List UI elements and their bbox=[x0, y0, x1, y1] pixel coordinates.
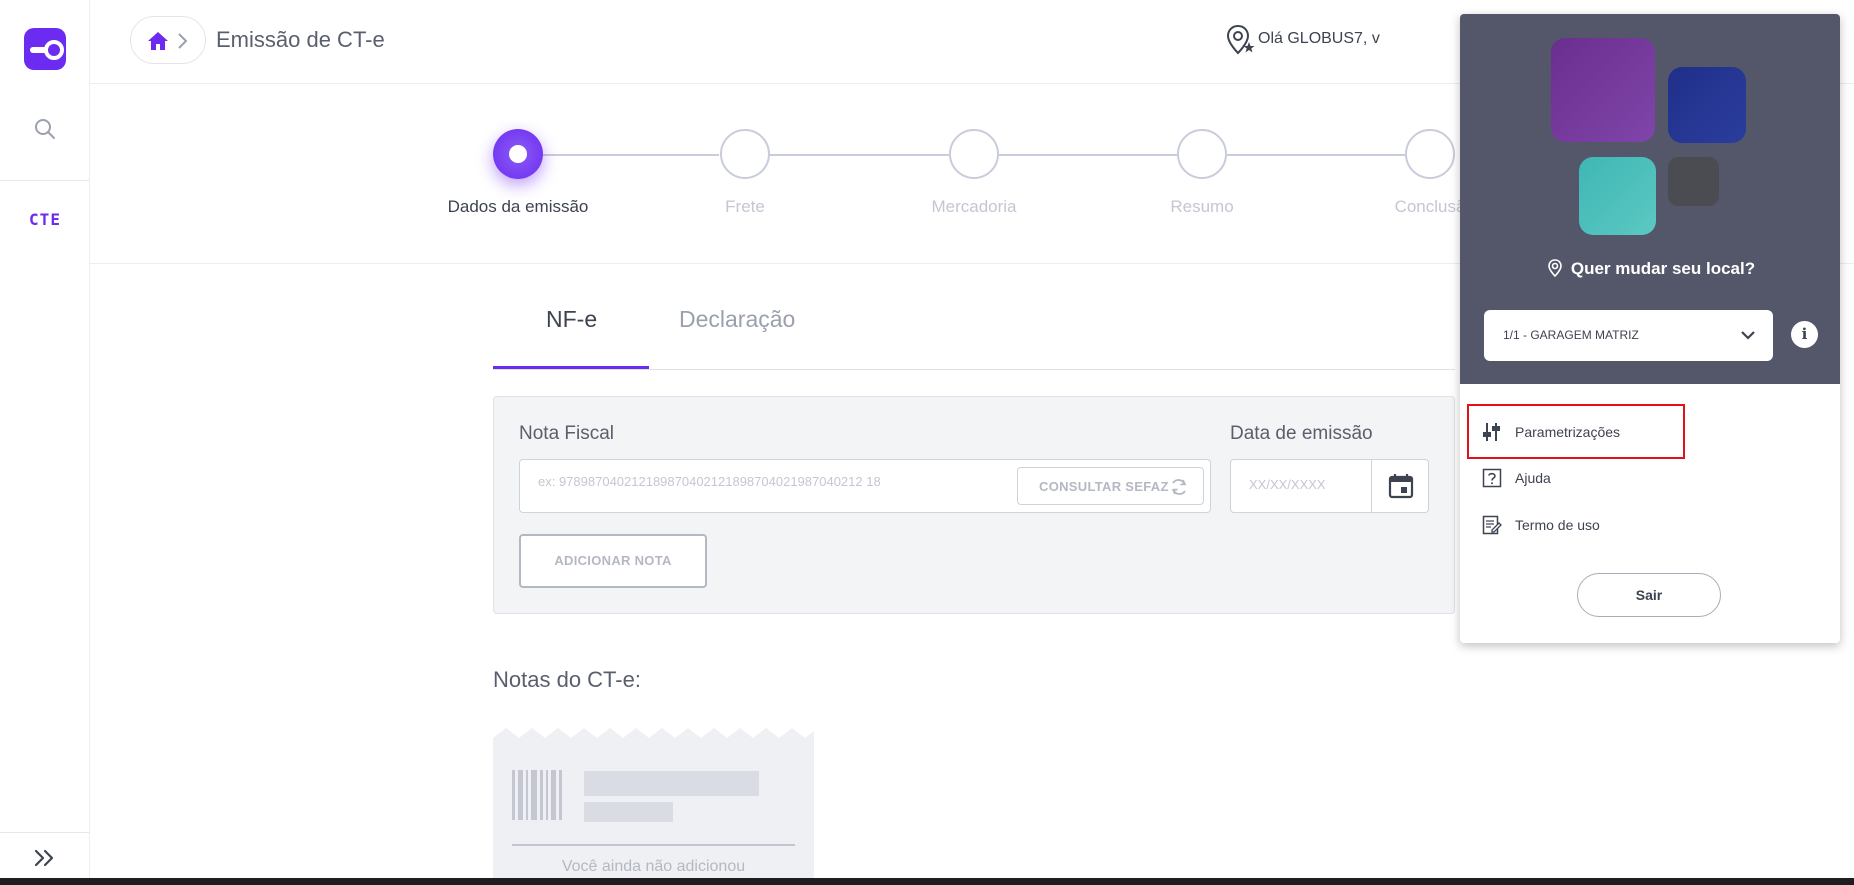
brand-tile-blue bbox=[1668, 67, 1746, 143]
step-4-label: Resumo bbox=[1170, 197, 1234, 216]
calendar-icon[interactable] bbox=[1388, 473, 1414, 499]
data-emissao-field bbox=[1230, 459, 1429, 513]
logout-button[interactable]: Sair bbox=[1577, 573, 1721, 617]
field-divider bbox=[1371, 460, 1372, 512]
step-connector bbox=[1227, 154, 1407, 156]
menu-item-label: Parametrizações bbox=[1515, 424, 1621, 440]
active-tab-indicator bbox=[493, 366, 649, 369]
notas-title: Notas do CT-e: bbox=[493, 667, 641, 692]
user-greeting[interactable]: Olá GLOBUS7, v bbox=[1258, 30, 1380, 48]
chevron-down-icon bbox=[1741, 331, 1755, 340]
breadcrumb bbox=[130, 16, 206, 64]
brand-tile-teal bbox=[1579, 157, 1656, 235]
step-1-label: Dados da emissão bbox=[447, 197, 589, 216]
location-select-value: 1/1 - GARAGEM MATRIZ bbox=[1503, 328, 1639, 342]
step-2-label: Frete bbox=[725, 197, 765, 216]
step-3-label: Mercadoria bbox=[931, 197, 1017, 216]
tab-nfe[interactable]: NF-e bbox=[546, 306, 597, 333]
brand-logo-icon[interactable] bbox=[24, 28, 66, 70]
location-select[interactable]: 1/1 - GARAGEM MATRIZ bbox=[1484, 310, 1773, 361]
brand-tile-gray bbox=[1668, 157, 1719, 206]
menu-item-parametrizacoes[interactable]: Parametrizações bbox=[1482, 417, 1782, 447]
page-title: Emissão de CT-e bbox=[216, 27, 385, 52]
home-icon[interactable] bbox=[147, 31, 169, 51]
brand-tile-purple bbox=[1551, 38, 1655, 142]
sidebar: CTE bbox=[0, 0, 90, 885]
step-5-indicator bbox=[1405, 129, 1455, 179]
consultar-sefaz-label: CONSULTAR SEFAZ bbox=[1039, 479, 1169, 494]
menu-item-label: Ajuda bbox=[1515, 470, 1551, 486]
change-location-link[interactable]: Quer mudar seu local? bbox=[1460, 258, 1840, 279]
menu-item-ajuda[interactable]: Ajuda bbox=[1482, 463, 1782, 493]
tabs-divider bbox=[493, 369, 1455, 370]
step-4-indicator bbox=[1177, 129, 1227, 179]
step-2-indicator bbox=[720, 129, 770, 179]
sidebar-divider bbox=[0, 180, 90, 181]
sidebar-divider bbox=[0, 832, 90, 833]
help-icon bbox=[1482, 468, 1502, 488]
tab-declaracao[interactable]: Declaração bbox=[679, 306, 795, 333]
window-bottom-edge bbox=[0, 878, 1854, 885]
menu-item-termo-de-uso[interactable]: Termo de uso bbox=[1482, 510, 1782, 540]
refresh-icon bbox=[1171, 479, 1187, 495]
consultar-sefaz-button[interactable]: CONSULTAR SEFAZ bbox=[1017, 467, 1204, 505]
menu-item-label: Termo de uso bbox=[1515, 517, 1600, 533]
step-connector bbox=[769, 154, 949, 156]
data-emissao-input[interactable] bbox=[1249, 477, 1359, 492]
location-pin-star-icon bbox=[1226, 24, 1255, 55]
step-connector bbox=[998, 154, 1178, 156]
step-1-indicator bbox=[493, 129, 543, 179]
info-icon[interactable]: i bbox=[1791, 321, 1818, 348]
search-icon[interactable] bbox=[33, 117, 57, 141]
sliders-icon bbox=[1483, 423, 1500, 441]
empty-notes-text: Você ainda não adicionou bbox=[561, 858, 746, 875]
nota-fiscal-label: Nota Fiscal bbox=[519, 423, 615, 444]
adicionar-nota-button[interactable]: ADICIONAR NOTA bbox=[519, 534, 707, 588]
location-pin-icon bbox=[1548, 259, 1562, 278]
data-emissao-label: Data de emissão bbox=[1230, 423, 1373, 444]
user-menu-dropdown: Quer mudar seu local? 1/1 - GARAGEM MATR… bbox=[1460, 14, 1840, 643]
location-section: Quer mudar seu local? 1/1 - GARAGEM MATR… bbox=[1460, 14, 1840, 384]
sidebar-item-cte[interactable]: CTE bbox=[0, 210, 90, 229]
step-connector bbox=[543, 154, 719, 156]
nota-fiscal-input[interactable] bbox=[538, 474, 1008, 489]
chevron-right-icon bbox=[178, 33, 188, 49]
double-chevron-right-icon[interactable] bbox=[32, 846, 58, 870]
document-edit-icon bbox=[1482, 515, 1502, 535]
change-location-label: Quer mudar seu local? bbox=[1570, 259, 1756, 278]
step-3-indicator bbox=[949, 129, 999, 179]
